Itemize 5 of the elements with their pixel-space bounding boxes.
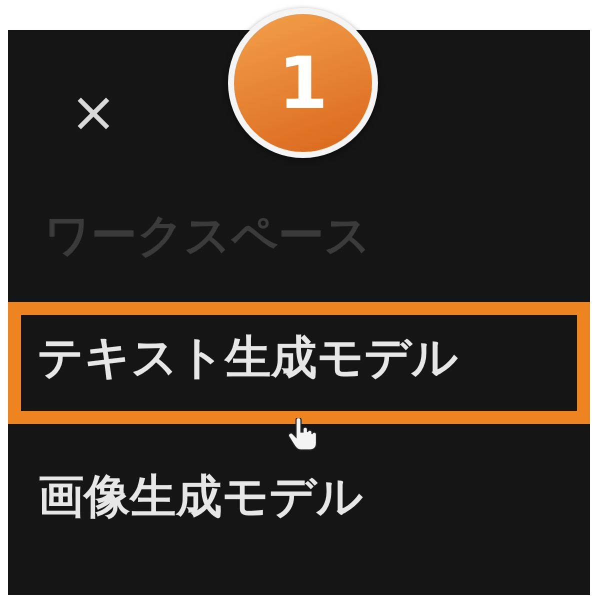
menu-item[interactable]: テキスト生成モデル — [8, 302, 590, 424]
menu-item[interactable]: 画像生成モデル — [38, 462, 590, 531]
hand-cursor-icon — [288, 418, 318, 452]
close-button[interactable]: × — [70, 85, 117, 141]
step-number-badge: 1 — [228, 8, 378, 158]
